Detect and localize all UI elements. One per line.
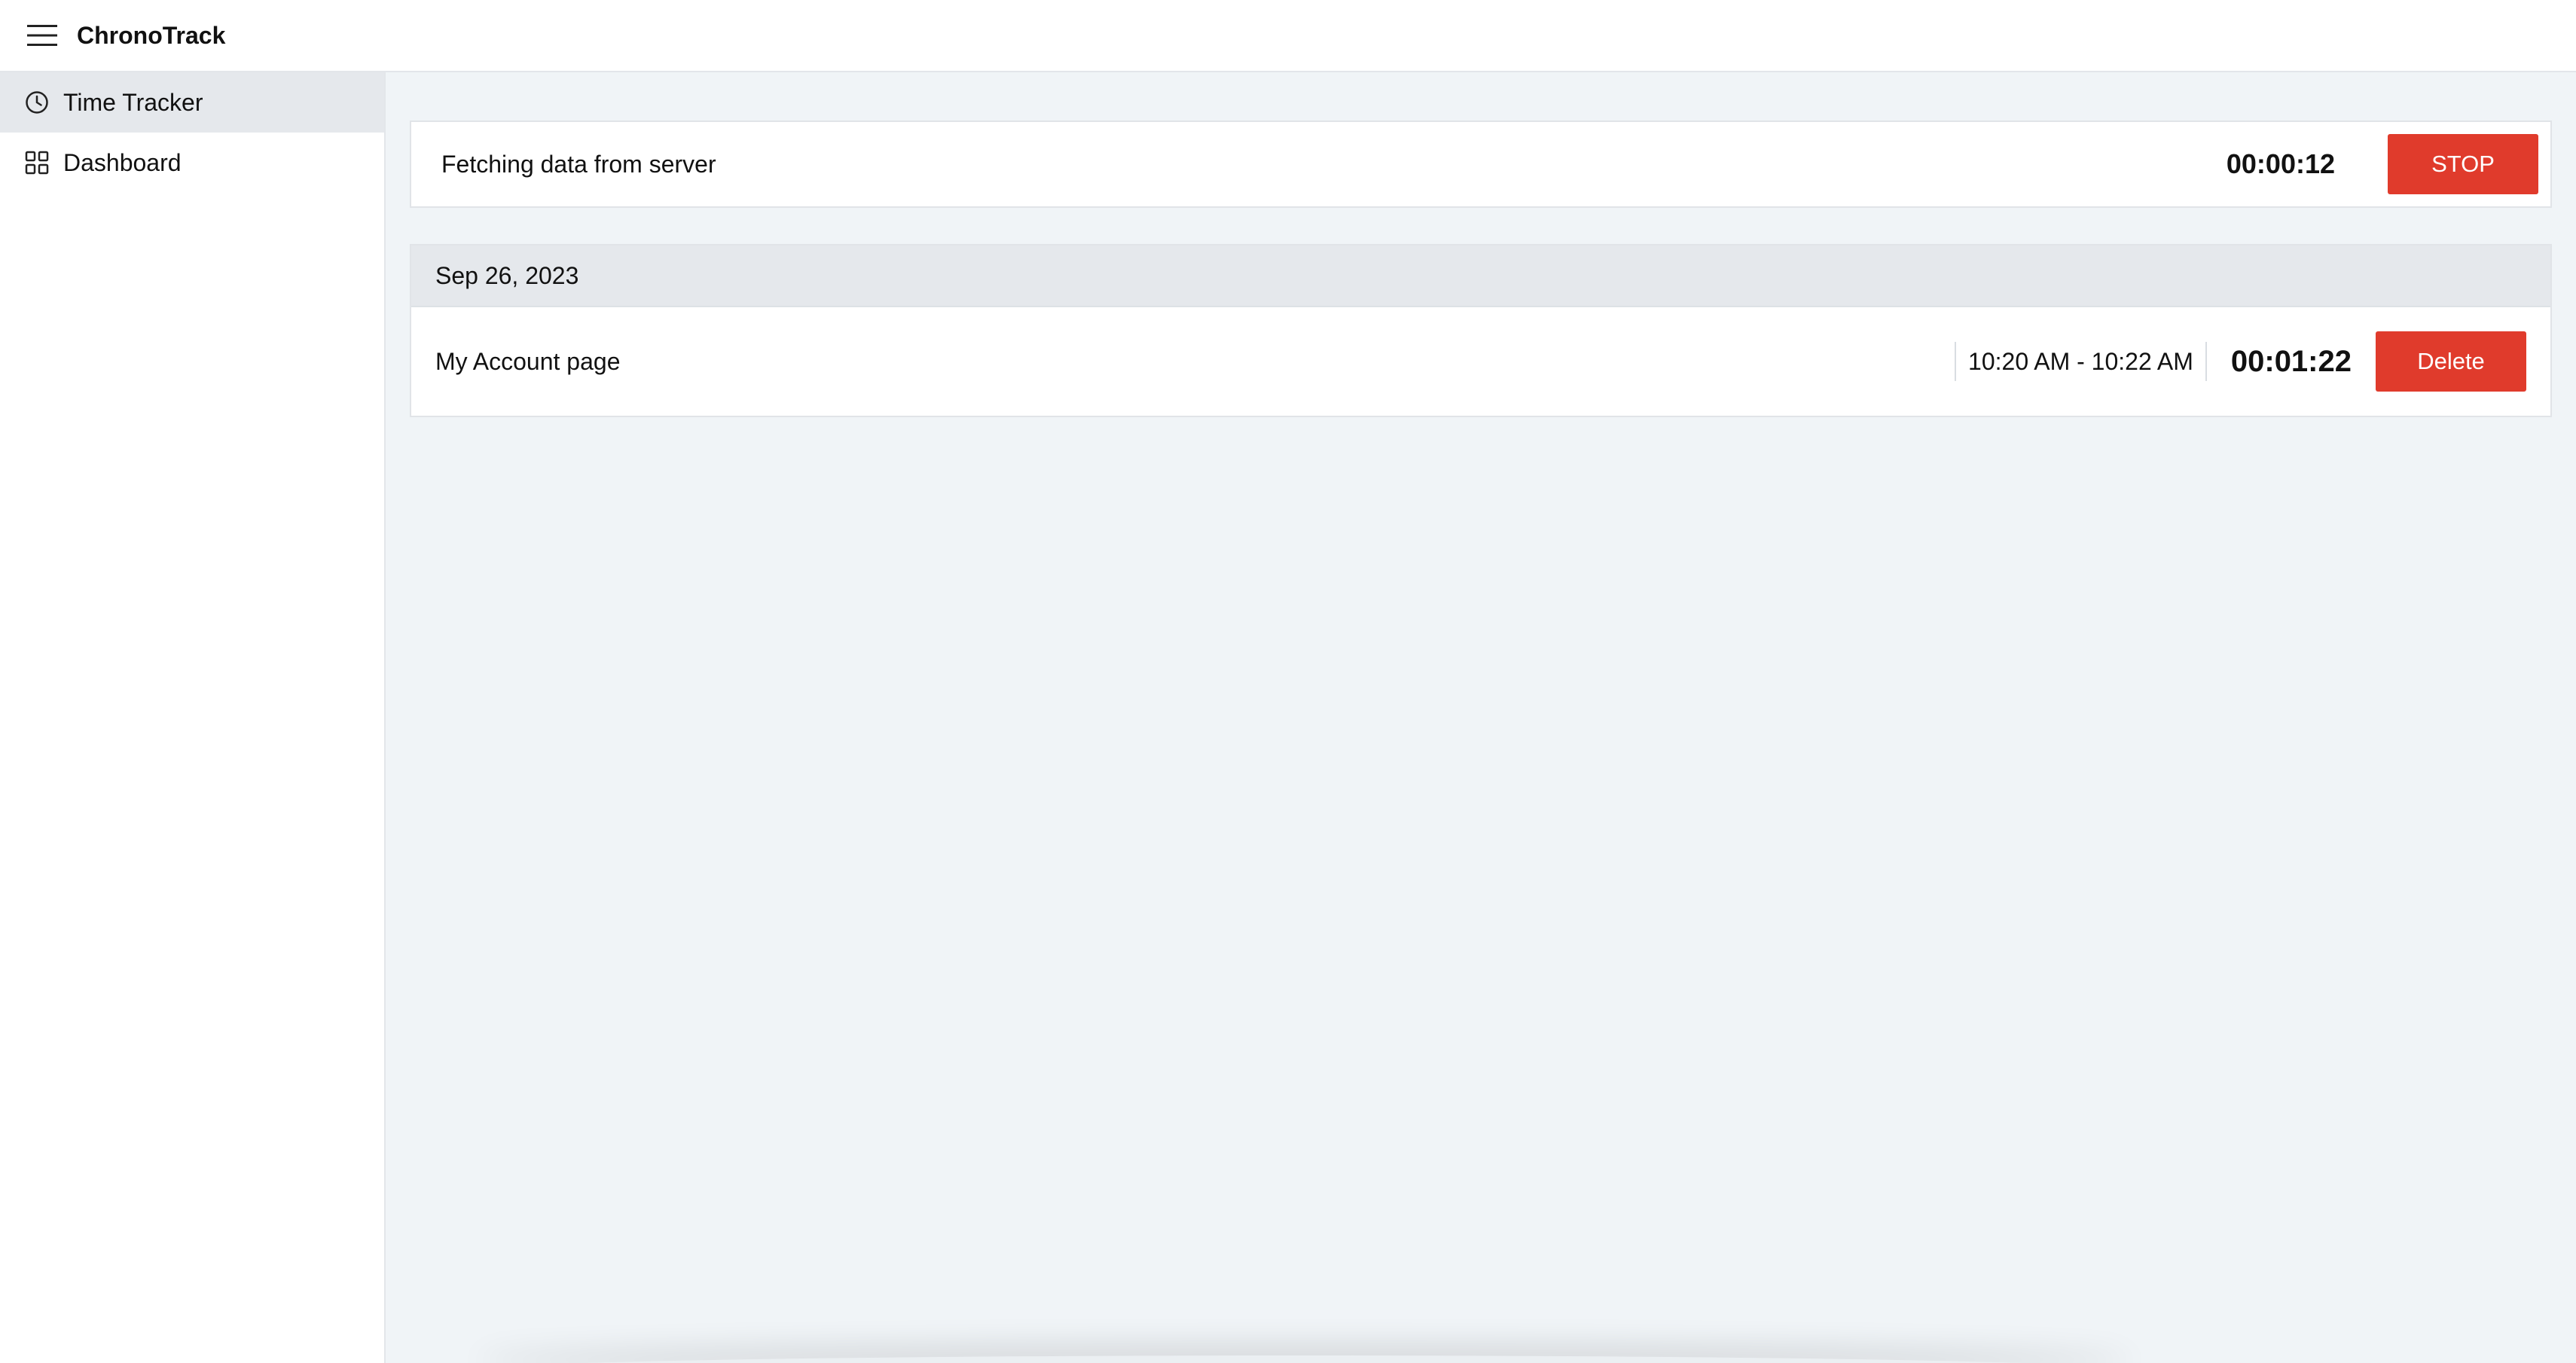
entry-description[interactable]: My Account page [435,348,1955,376]
running-timer-display: 00:00:12 [2226,148,2335,179]
time-entry-row: My Account page 10:20 AM - 10:22 AM 00:0… [411,307,2550,416]
app-title: ChronoTrack [77,21,226,49]
day-header-date: Sep 26, 2023 [411,245,2550,307]
bottom-shadow [476,1355,2133,1363]
delete-entry-button[interactable]: Delete [2376,331,2526,392]
top-bar: ChronoTrack [0,0,2576,72]
main-content: Fetching data from server 00:00:12 STOP … [386,72,2576,1363]
sidebar-item-dashboard[interactable]: Dashboard [0,133,384,193]
sidebar-item-label: Dashboard [63,148,182,176]
entry-duration: 00:01:22 [2230,344,2352,378]
clock-icon [24,90,50,115]
app-root: ChronoTrack Time Tracker Dashboard Fetch… [0,0,2576,1363]
stop-button[interactable]: STOP [2388,134,2538,194]
menu-icon[interactable] [26,19,59,52]
sidebar-item-time-tracker[interactable]: Time Tracker [0,72,384,133]
grid-icon [24,150,50,175]
sidebar: Time Tracker Dashboard [0,72,386,1363]
running-task-description[interactable]: Fetching data from server [441,151,2227,178]
running-timer-bar: Fetching data from server 00:00:12 STOP [410,120,2552,208]
day-group: Sep 26, 2023 My Account page 10:20 AM - … [410,244,2552,417]
sidebar-item-label: Time Tracker [63,88,203,116]
entry-time-range[interactable]: 10:20 AM - 10:22 AM [1955,342,2207,381]
